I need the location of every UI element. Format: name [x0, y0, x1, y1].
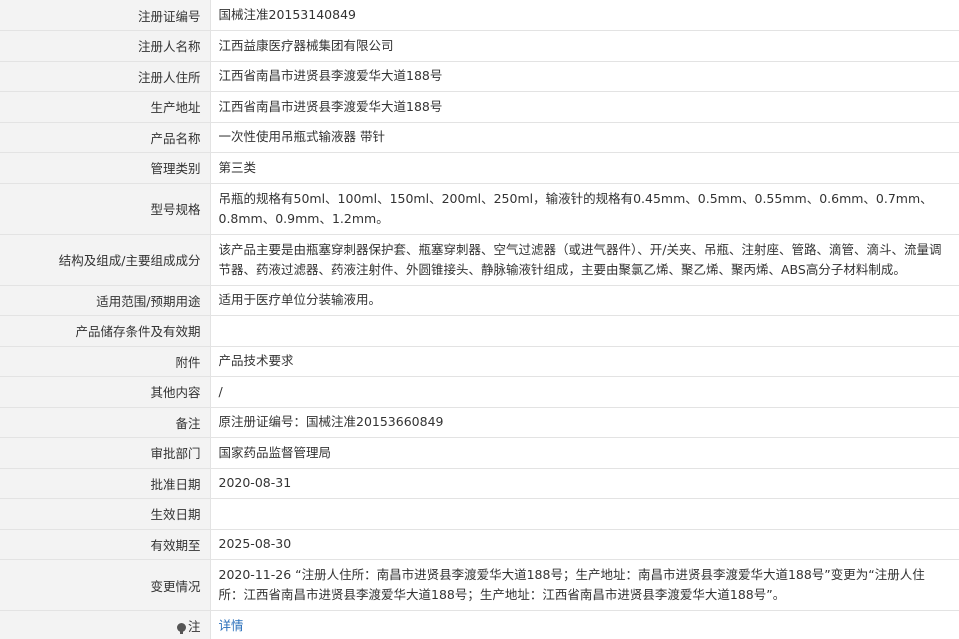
row-label: 注册人名称 — [0, 30, 211, 62]
row-value: 江西省南昌市进贤县李渡爱华大道188号 — [210, 91, 959, 123]
row-label: 结构及组成/主要组成成分 — [0, 234, 211, 286]
table-row: 批准日期 2020-08-31 — [0, 468, 959, 499]
details-link[interactable]: 详情 — [219, 618, 244, 633]
row-label: 批准日期 — [0, 468, 211, 499]
table-row: 审批部门 国家药品监督管理局 — [0, 437, 959, 469]
table-row: 变更情况 2020-11-26 “注册人住所：南昌市进贤县李渡爱华大道188号；… — [0, 559, 959, 611]
row-value: 2020-11-26 “注册人住所：南昌市进贤县李渡爱华大道188号；生产地址：… — [210, 559, 959, 611]
row-value: 江西益康医疗器械集团有限公司 — [210, 30, 959, 62]
table-row-note: 注 详情 — [0, 610, 959, 639]
registration-info-table: 注册证编号 国械注准20153140849 注册人名称 江西益康医疗器械集团有限… — [0, 0, 959, 639]
row-label: 产品名称 — [0, 122, 211, 153]
table-row: 附件 产品技术要求 — [0, 346, 959, 377]
row-label: 产品储存条件及有效期 — [0, 315, 211, 347]
table-row: 产品储存条件及有效期 — [0, 315, 959, 347]
row-value: 2025-08-30 — [210, 529, 959, 560]
row-value — [210, 498, 959, 530]
row-value: 国械注准20153140849 — [210, 0, 959, 31]
table-row: 产品名称 一次性使用吊瓶式输液器 带针 — [0, 122, 959, 153]
row-label: 注册人住所 — [0, 61, 211, 92]
row-label: 生产地址 — [0, 91, 211, 123]
row-label: 其他内容 — [0, 376, 211, 408]
row-value: 该产品主要是由瓶塞穿刺器保护套、瓶塞穿刺器、空气过滤器（或进气器件）、开/关夹、… — [210, 234, 959, 286]
row-label: 注册证编号 — [0, 0, 211, 31]
row-value: 江西省南昌市进贤县李渡爱华大道188号 — [210, 61, 959, 92]
row-label: 适用范围/预期用途 — [0, 285, 211, 316]
row-value: 一次性使用吊瓶式输液器 带针 — [210, 122, 959, 153]
row-value: 产品技术要求 — [210, 346, 959, 377]
note-label: 注 — [187, 619, 201, 635]
table-row: 生效日期 — [0, 498, 959, 530]
table-row: 注册人住所 江西省南昌市进贤县李渡爱华大道188号 — [0, 61, 959, 92]
row-label: 生效日期 — [0, 498, 211, 530]
table-row: 适用范围/预期用途 适用于医疗单位分装输液用。 — [0, 285, 959, 316]
table-row: 有效期至 2025-08-30 — [0, 529, 959, 560]
row-label: 型号规格 — [0, 183, 211, 235]
row-value: 适用于医疗单位分装输液用。 — [210, 285, 959, 316]
row-label: 管理类别 — [0, 152, 211, 184]
note-label-cell: 注 — [0, 610, 211, 639]
table-row: 型号规格 吊瓶的规格有50ml、100ml、150ml、200ml、250ml，… — [0, 183, 959, 235]
row-value: 国家药品监督管理局 — [210, 437, 959, 469]
row-value: 吊瓶的规格有50ml、100ml、150ml、200ml、250ml，输液针的规… — [210, 183, 959, 235]
row-value: 第三类 — [210, 152, 959, 184]
row-value — [210, 315, 959, 347]
row-value: / — [210, 376, 959, 408]
row-label: 附件 — [0, 346, 211, 377]
table-row: 生产地址 江西省南昌市进贤县李渡爱华大道188号 — [0, 91, 959, 123]
row-label: 备注 — [0, 407, 211, 438]
row-label: 有效期至 — [0, 529, 211, 560]
table-row: 其他内容 / — [0, 376, 959, 408]
table-row: 结构及组成/主要组成成分 该产品主要是由瓶塞穿刺器保护套、瓶塞穿刺器、空气过滤器… — [0, 234, 959, 286]
note-value-cell: 详情 — [210, 610, 959, 639]
lightbulb-icon — [176, 623, 186, 635]
table-row: 管理类别 第三类 — [0, 152, 959, 184]
table-row: 注册人名称 江西益康医疗器械集团有限公司 — [0, 30, 959, 62]
row-value: 原注册证编号：国械注准20153660849 — [210, 407, 959, 438]
row-value: 2020-08-31 — [210, 468, 959, 499]
row-label: 审批部门 — [0, 437, 211, 469]
table-row: 注册证编号 国械注准20153140849 — [0, 0, 959, 31]
row-label: 变更情况 — [0, 559, 211, 611]
table-row: 备注 原注册证编号：国械注准20153660849 — [0, 407, 959, 438]
